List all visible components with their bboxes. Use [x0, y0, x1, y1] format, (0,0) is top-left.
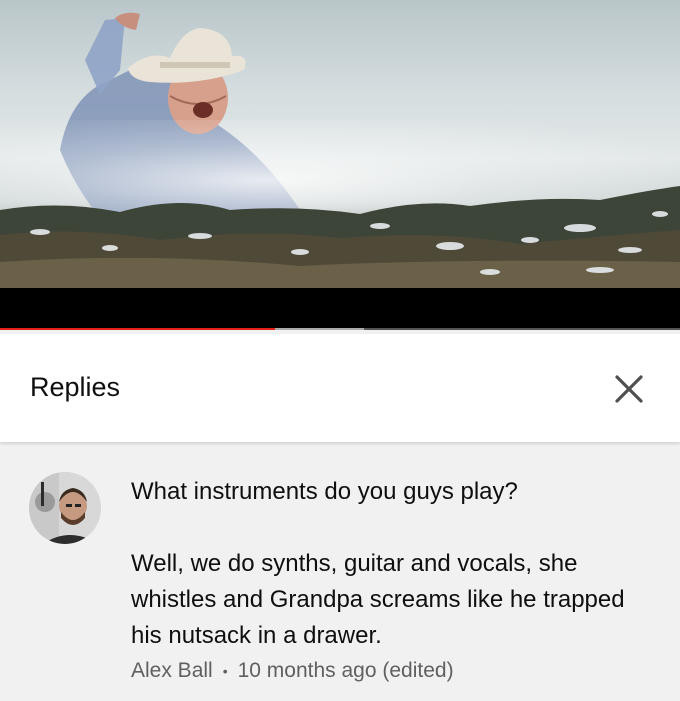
avatar[interactable] — [29, 472, 101, 544]
comment-time: 10 months ago (edited) — [237, 659, 454, 682]
comment-author[interactable]: Alex Ball — [131, 659, 213, 683]
progress-played — [0, 328, 276, 330]
video-progress-bar[interactable] — [0, 328, 680, 330]
video-frame[interactable] — [0, 0, 680, 288]
comment-text: What instruments do you guys play? Well,… — [131, 478, 625, 649]
video-player[interactable] — [0, 0, 680, 330]
comment-thread-item: What instruments do you guys play? Well,… — [0, 446, 680, 701]
comment-meta: Alex Ball • 10 months ago (edited) — [131, 659, 454, 683]
close-button[interactable] — [607, 367, 651, 411]
avatar-image — [29, 472, 101, 544]
close-icon — [615, 375, 643, 403]
replies-title: Replies — [30, 372, 121, 402]
replies-header: Replies — [0, 334, 680, 442]
meta-separator: • — [222, 663, 228, 679]
video-thumbnail-image — [0, 12, 680, 288]
